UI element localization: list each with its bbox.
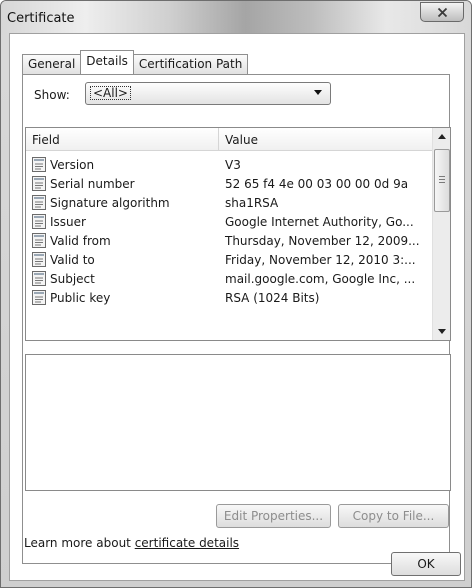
list-row[interactable]: Valid to Friday, November 12, 2010 3:...	[26, 251, 424, 269]
list-row[interactable]: Public key RSA (1024 Bits)	[26, 289, 424, 307]
scroll-down-button[interactable]	[433, 323, 450, 340]
close-icon	[437, 7, 447, 17]
document-icon	[32, 271, 46, 286]
scroll-thumb[interactable]	[434, 149, 450, 212]
field-value: Friday, November 12, 2010 3:...	[225, 253, 416, 267]
list-row[interactable]: Version V3	[26, 156, 424, 174]
field-value: Google Internet Authority, Go...	[225, 215, 414, 229]
window-title: Certificate	[7, 11, 75, 26]
scroll-up-button[interactable]	[433, 128, 450, 145]
document-icon	[32, 195, 46, 210]
certificate-window: Certificate General Details Certificatio…	[0, 0, 472, 588]
document-icon	[32, 157, 46, 172]
list-rows: Version V3 Serial number 52 65 f4 4e 00 …	[26, 151, 432, 340]
copy-to-file-button[interactable]: Copy to File...	[338, 504, 449, 528]
field-name: Version	[50, 158, 95, 172]
learn-more-text: Learn more about certificate details	[24, 536, 239, 550]
chevron-down-icon	[314, 90, 322, 95]
dialog-body: General Details Certification Path Show:…	[9, 33, 465, 581]
list-row[interactable]: Serial number 52 65 f4 4e 00 03 00 00 0d…	[26, 175, 424, 193]
close-button[interactable]	[420, 2, 464, 22]
field-value: 52 65 f4 4e 00 03 00 00 0d 9a	[225, 177, 409, 191]
field-name: Serial number	[50, 177, 135, 191]
list-header: Field Value	[26, 128, 432, 151]
field-name: Valid to	[50, 253, 95, 267]
chevron-up-icon	[437, 134, 446, 139]
tab-strip: General Details Certification Path	[22, 50, 249, 74]
show-dropdown-value: <All>	[90, 86, 131, 100]
list-row[interactable]: Valid from Thursday, November 12, 2009..…	[26, 232, 424, 250]
column-header-value[interactable]: Value	[225, 133, 258, 147]
learn-more-prefix: Learn more about	[24, 536, 135, 550]
document-icon	[32, 214, 46, 229]
certificate-details-link[interactable]: certificate details	[135, 536, 239, 550]
field-detail-box[interactable]	[25, 354, 451, 491]
column-divider[interactable]	[218, 128, 219, 150]
field-value: Thursday, November 12, 2009...	[225, 234, 420, 248]
field-value: sha1RSA	[225, 196, 279, 210]
chevron-down-icon	[437, 329, 446, 334]
field-name: Subject	[50, 272, 95, 286]
field-name: Valid from	[50, 234, 111, 248]
grip-icon	[439, 176, 445, 183]
field-name: Signature algorithm	[50, 196, 170, 210]
document-icon	[32, 290, 46, 305]
show-dropdown[interactable]: <All>	[85, 82, 331, 105]
document-icon	[32, 176, 46, 191]
list-scrollbar[interactable]	[432, 128, 450, 340]
list-row[interactable]: Signature algorithm sha1RSA	[26, 194, 424, 212]
show-label: Show:	[34, 88, 70, 102]
fields-list[interactable]: Field Value Version V3 Serial number 52 …	[25, 127, 451, 341]
tab-details[interactable]: Details	[80, 50, 134, 74]
list-row[interactable]: Subject mail.google.com, Google Inc, ...	[26, 270, 424, 288]
edit-properties-button[interactable]: Edit Properties...	[216, 504, 331, 528]
field-name: Issuer	[50, 215, 86, 229]
tab-certification-path[interactable]: Certification Path	[132, 54, 249, 74]
list-row[interactable]: Issuer Google Internet Authority, Go...	[26, 213, 424, 231]
document-icon	[32, 233, 46, 248]
column-header-field[interactable]: Field	[32, 133, 60, 147]
field-value: V3	[225, 158, 241, 172]
field-name: Public key	[50, 291, 111, 305]
document-icon	[32, 252, 46, 267]
ok-button[interactable]: OK	[391, 552, 461, 576]
field-value: mail.google.com, Google Inc, ...	[225, 272, 416, 286]
tab-general[interactable]: General	[22, 54, 82, 74]
field-value: RSA (1024 Bits)	[225, 291, 320, 305]
title-bar[interactable]: Certificate	[1, 1, 471, 35]
